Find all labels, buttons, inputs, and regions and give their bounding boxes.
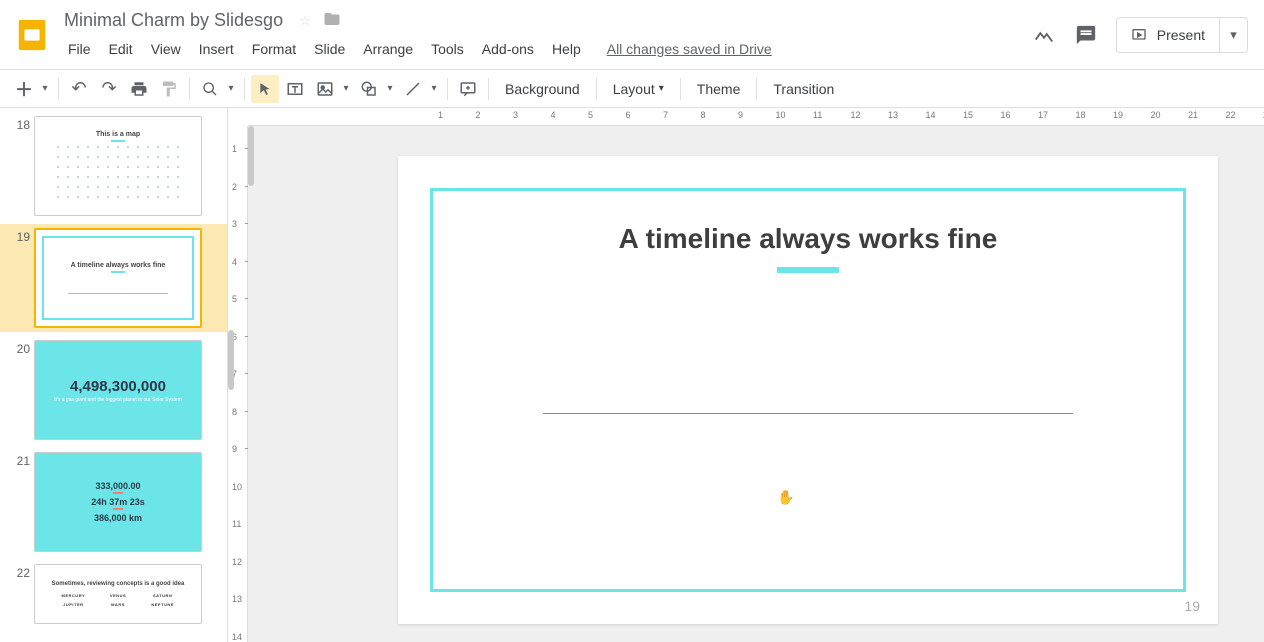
title-underline [777,267,839,273]
menubar: File Edit View Insert Format Slide Arran… [60,37,1032,61]
comments-icon[interactable] [1074,23,1098,47]
zoom-button[interactable] [196,75,224,103]
menu-view[interactable]: View [143,37,189,61]
slide-canvas[interactable]: A timeline always works fine ✋ 19 [398,156,1218,624]
separator [596,78,597,100]
menu-addons[interactable]: Add-ons [474,37,542,61]
menu-file[interactable]: File [60,37,99,61]
slide-thumb-20[interactable]: 20 4,498,300,000 It's a gas giant and th… [0,336,227,444]
main: 18 This is a map 19 A timeline always wo… [0,108,1264,642]
select-tool[interactable] [251,75,279,103]
background-button[interactable]: Background [495,75,590,103]
slide-panel[interactable]: 18 This is a map 19 A timeline always wo… [0,108,228,642]
slides-logo-icon[interactable] [12,15,52,55]
slide-page-number: 19 [1184,598,1200,614]
separator [58,78,59,100]
add-comment-button[interactable] [454,75,482,103]
thumb-preview: A timeline always works fine [34,228,202,328]
menu-help[interactable]: Help [544,37,589,61]
slide-thumb-18[interactable]: 18 This is a map [0,112,227,220]
undo-button[interactable]: ↶ [65,75,93,103]
new-slide-dropdown[interactable]: ▾ [38,83,52,94]
line-dropdown[interactable]: ▾ [427,83,441,94]
separator [756,78,757,100]
slide-title[interactable]: A timeline always works fine [619,223,998,255]
slide-thumb-22[interactable]: 22 Sometimes, reviewing concepts is a go… [0,560,227,628]
present-button-group: Present ▾ [1116,17,1248,53]
slide-thumb-21[interactable]: 21 333,000.00 24h 37m 23s 386,000 km [0,448,227,556]
scrollbar-thumb[interactable] [228,330,234,390]
doc-meta: Minimal Charm by Slidesgo ☆ File Edit Vi… [60,2,1032,68]
slide-frame: A timeline always works fine ✋ [430,188,1186,592]
menu-tools[interactable]: Tools [423,37,472,61]
image-dropdown[interactable]: ▾ [339,83,353,94]
thumb-preview: Sometimes, reviewing concepts is a good … [34,564,202,624]
paint-format-button[interactable] [155,75,183,103]
print-button[interactable] [125,75,153,103]
shape-dropdown[interactable]: ▾ [383,83,397,94]
canvas-area: 1234567891011121314151617181920212223242… [228,108,1264,642]
present-dropdown[interactable]: ▾ [1219,17,1247,53]
ruler-horizontal[interactable]: 1234567891011121314151617181920212223242… [248,108,1264,126]
image-tool[interactable] [311,75,339,103]
shape-tool[interactable] [355,75,383,103]
present-button[interactable]: Present [1117,27,1219,43]
thumb-preview: This is a map [34,116,202,216]
grab-cursor-icon: ✋ [777,489,794,506]
activity-icon[interactable] [1032,23,1056,47]
thumb-preview: 4,498,300,000 It's a gas giant and the b… [34,340,202,440]
menu-format[interactable]: Format [244,37,304,61]
menu-insert[interactable]: Insert [191,37,242,61]
thumb-number: 20 [6,340,30,356]
menu-edit[interactable]: Edit [101,37,141,61]
menu-arrange[interactable]: Arrange [355,37,421,61]
layout-button[interactable]: Layout ▾ [603,75,674,103]
header-right: Present ▾ [1032,17,1248,53]
doc-title[interactable]: Minimal Charm by Slidesgo [60,8,287,33]
thumb-number: 19 [6,228,30,244]
line-tool[interactable] [399,75,427,103]
theme-button[interactable]: Theme [687,75,751,103]
separator [189,78,190,100]
save-status[interactable]: All changes saved in Drive [607,41,772,57]
menu-slide[interactable]: Slide [306,37,353,61]
new-slide-button[interactable]: ＋ [10,75,38,103]
timeline-line[interactable] [543,413,1073,414]
thumb-number: 22 [6,564,30,580]
thumb-preview: 333,000.00 24h 37m 23s 386,000 km [34,452,202,552]
thumb-number: 18 [6,116,30,132]
separator [447,78,448,100]
slidepanel-scrollbar[interactable] [228,108,234,642]
canvas-scroll[interactable]: A timeline always works fine ✋ 19 [248,126,1264,642]
header: Minimal Charm by Slidesgo ☆ File Edit Vi… [0,0,1264,70]
move-folder-icon[interactable] [323,10,341,31]
separator [244,78,245,100]
textbox-tool[interactable] [281,75,309,103]
separator [680,78,681,100]
map-icon [53,142,183,202]
separator [488,78,489,100]
zoom-dropdown[interactable]: ▾ [224,83,238,94]
slide-thumb-19[interactable]: 19 A timeline always works fine [0,224,227,332]
toolbar: ＋ ▾ ↶ ↷ ▾ ▾ ▾ ▾ Background Layout ▾ Them… [0,70,1264,108]
thumb-number: 21 [6,452,30,468]
present-label: Present [1157,27,1205,43]
redo-button[interactable]: ↷ [95,75,123,103]
doc-title-row: Minimal Charm by Slidesgo ☆ [60,8,1032,33]
transition-button[interactable]: Transition [763,75,844,103]
star-icon[interactable]: ☆ [299,13,311,29]
